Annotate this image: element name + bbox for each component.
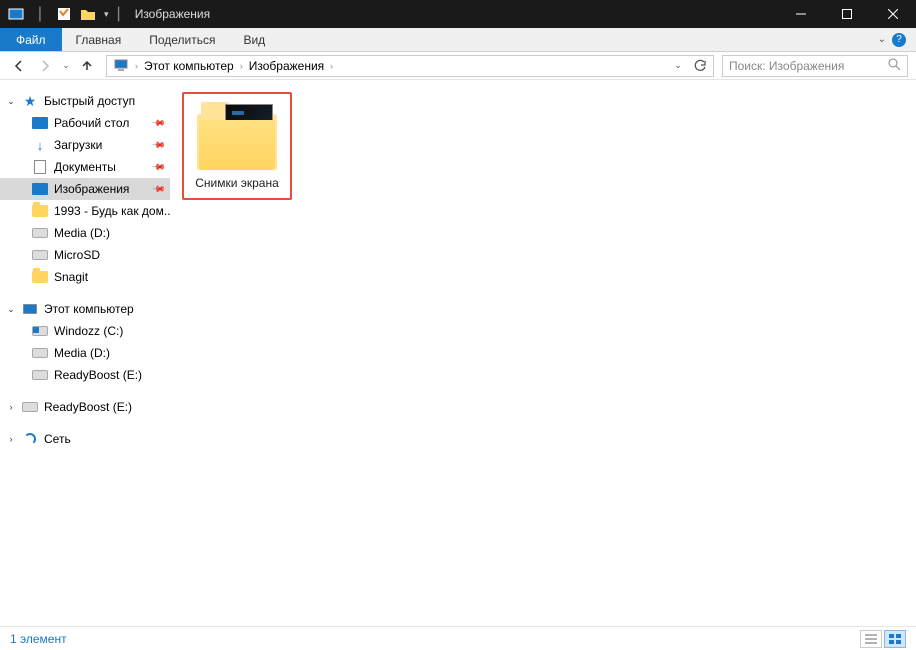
sidebar-item-label: Документы xyxy=(54,160,116,174)
forward-button[interactable] xyxy=(34,55,56,77)
chevron-right-icon[interactable]: › xyxy=(328,61,335,71)
this-pc-label: Этот компьютер xyxy=(44,302,134,316)
breadcrumb[interactable]: › Этот компьютер › Изображения › ⌄ xyxy=(106,55,714,77)
sidebar-item-label: Изображения xyxy=(54,182,129,196)
chevron-right-icon[interactable]: › xyxy=(6,434,16,444)
sidebar-item-downloads[interactable]: ↓ Загрузки 📌 xyxy=(0,134,170,156)
folder-thumbnail xyxy=(197,100,277,170)
minimize-button[interactable] xyxy=(778,0,824,28)
view-thumbnails-button[interactable] xyxy=(884,630,906,648)
documents-icon xyxy=(32,159,48,175)
sidebar-item-label: Загрузки xyxy=(54,138,102,152)
pc-icon xyxy=(22,301,38,317)
network-header[interactable]: › Сеть xyxy=(0,428,170,450)
sidebar-item-label: Windozz (C:) xyxy=(54,324,123,338)
folder-icon xyxy=(32,203,48,219)
drive-icon xyxy=(22,399,38,415)
sidebar-item-label: 1993 - Будь как дом... xyxy=(54,204,170,218)
pin-icon: 📌 xyxy=(151,159,167,175)
images-icon xyxy=(32,181,48,197)
pin-icon: 📌 xyxy=(151,137,167,153)
status-bar: 1 элемент xyxy=(0,626,916,650)
sidebar-item-label: ReadyBoost (E:) xyxy=(44,400,132,414)
window-title: Изображения xyxy=(135,7,210,21)
sidebar-item-desktop[interactable]: Рабочий стол 📌 xyxy=(0,112,170,134)
sidebar-item-label: MicroSD xyxy=(54,248,100,262)
chevron-down-icon[interactable]: ⌄ xyxy=(6,304,16,315)
sidebar-item-documents[interactable]: Документы 📌 xyxy=(0,156,170,178)
chevron-right-icon[interactable]: › xyxy=(238,61,245,71)
sidebar-item-label: Media (D:) xyxy=(54,226,110,240)
chevron-down-icon[interactable]: ⌄ xyxy=(6,96,16,107)
chevron-right-icon[interactable]: › xyxy=(6,402,16,412)
this-pc-header[interactable]: ⌄ Этот компьютер xyxy=(0,298,170,320)
sidebar-item-snagit[interactable]: Snagit xyxy=(0,266,170,288)
sidebar-item-label: ReadyBoost (E:) xyxy=(54,368,142,382)
quick-access-header[interactable]: ⌄ ★ Быстрый доступ xyxy=(0,90,170,112)
refresh-button[interactable] xyxy=(689,59,711,73)
quick-access-label: Быстрый доступ xyxy=(44,94,135,108)
breadcrumb-current[interactable]: Изображения xyxy=(245,59,328,73)
sidebar-item-drive[interactable]: ReadyBoost (E:) xyxy=(0,364,170,386)
search-input[interactable]: Поиск: Изображения xyxy=(722,55,908,77)
breadcrumb-root[interactable]: Этот компьютер xyxy=(140,59,238,73)
drive-icon xyxy=(32,323,48,339)
folder-icon xyxy=(80,6,96,22)
ribbon-collapse-icon[interactable]: ⌄ xyxy=(878,34,886,45)
breadcrumb-dropdown-icon[interactable]: ⌄ xyxy=(667,60,689,71)
pin-icon: 📌 xyxy=(151,181,167,197)
qat-properties-icon[interactable] xyxy=(56,6,72,22)
downloads-icon: ↓ xyxy=(32,137,48,153)
maximize-button[interactable] xyxy=(824,0,870,28)
folder-label: Снимки экрана xyxy=(195,176,279,190)
drive-icon xyxy=(32,247,48,263)
search-placeholder: Поиск: Изображения xyxy=(729,59,844,73)
network-label: Сеть xyxy=(44,432,71,446)
help-icon[interactable]: ? xyxy=(892,33,906,47)
qat-dropdown-icon[interactable]: ▾ xyxy=(104,9,109,20)
titlebar: | ▾ | Изображения xyxy=(0,0,916,28)
drive-icon xyxy=(32,367,48,383)
star-icon: ★ xyxy=(22,93,38,109)
recent-dropdown[interactable]: ⌄ xyxy=(60,55,72,77)
tab-share[interactable]: Поделиться xyxy=(135,28,229,51)
pc-icon xyxy=(113,58,129,74)
back-button[interactable] xyxy=(8,55,30,77)
file-tab[interactable]: Файл xyxy=(0,28,62,51)
tab-view[interactable]: Вид xyxy=(229,28,279,51)
chevron-right-icon[interactable]: › xyxy=(133,61,140,71)
address-bar-row: ⌄ › Этот компьютер › Изображения › ⌄ Пои… xyxy=(0,52,916,80)
sidebar-item-drive[interactable]: Media (D:) xyxy=(0,342,170,364)
main-area: ⌄ ★ Быстрый доступ Рабочий стол 📌 ↓ Загр… xyxy=(0,80,916,624)
ribbon: Файл Главная Поделиться Вид ⌄ ? xyxy=(0,28,916,52)
navigation-pane: ⌄ ★ Быстрый доступ Рабочий стол 📌 ↓ Загр… xyxy=(0,80,170,624)
sidebar-item-media[interactable]: Media (D:) xyxy=(0,222,170,244)
network-icon xyxy=(22,431,38,447)
desktop-icon xyxy=(32,115,48,131)
sidebar-item-folder[interactable]: 1993 - Будь как дом... xyxy=(0,200,170,222)
sidebar-item-microsd[interactable]: MicroSD xyxy=(0,244,170,266)
sidebar-item-images[interactable]: Изображения 📌 xyxy=(0,178,170,200)
view-details-button[interactable] xyxy=(860,630,882,648)
app-icon xyxy=(8,6,24,22)
drive-icon xyxy=(32,345,48,361)
extra-drive-header[interactable]: › ReadyBoost (E:) xyxy=(0,396,170,418)
sidebar-item-osdrive[interactable]: Windozz (C:) xyxy=(0,320,170,342)
drive-icon xyxy=(32,225,48,241)
sidebar-item-label: Рабочий стол xyxy=(54,116,129,130)
titlebar-separator: | xyxy=(117,5,121,23)
close-button[interactable] xyxy=(870,0,916,28)
folder-icon xyxy=(32,269,48,285)
up-button[interactable] xyxy=(76,55,98,77)
status-count: 1 элемент xyxy=(10,632,67,646)
search-icon[interactable] xyxy=(888,58,901,74)
pin-icon: 📌 xyxy=(151,115,167,131)
folder-item-screenshots[interactable]: Снимки экрана xyxy=(182,92,292,200)
sidebar-item-label: Snagit xyxy=(54,270,88,284)
sidebar-item-label: Media (D:) xyxy=(54,346,110,360)
content-pane[interactable]: Снимки экрана xyxy=(170,80,916,624)
tab-home[interactable]: Главная xyxy=(62,28,136,51)
qat-separator: | xyxy=(32,6,48,22)
